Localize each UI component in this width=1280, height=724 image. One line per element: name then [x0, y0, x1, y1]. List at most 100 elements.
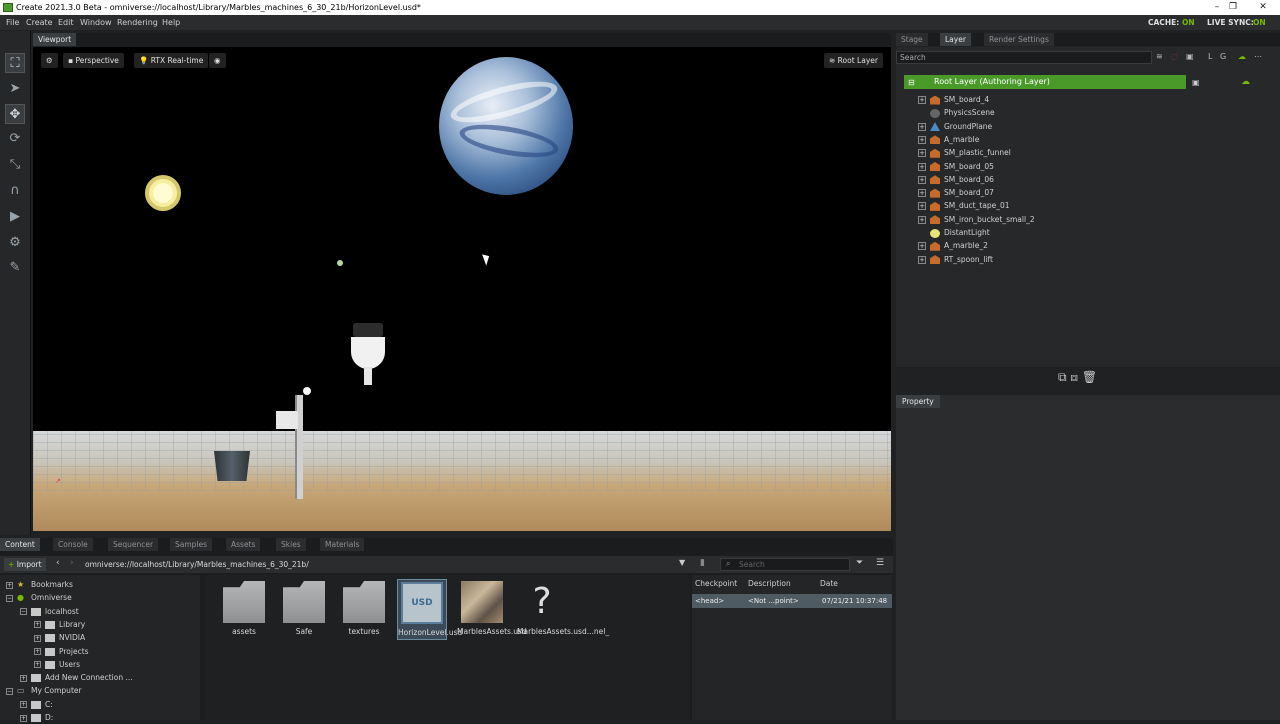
select-arrow-icon[interactable]: ➤ — [5, 79, 25, 99]
camera-button[interactable]: ▪ Perspective — [63, 53, 124, 68]
expand-icon[interactable]: + — [20, 674, 27, 682]
save-icon[interactable]: ▣ — [1186, 52, 1194, 61]
expand-icon[interactable]: + — [20, 714, 27, 722]
checkpoint-row[interactable]: <head> <Not ...point> 07/21/21 10:37:48 — [692, 594, 892, 608]
scale-icon[interactable]: ⤡ — [5, 155, 25, 175]
root-collapse-icon[interactable]: ⊟ — [908, 78, 915, 87]
tab-viewport[interactable]: Viewport — [33, 33, 77, 46]
play-icon[interactable]: ▶ — [5, 207, 25, 227]
stage-item[interactable]: + SM_board_05 — [918, 160, 994, 173]
tab-assets[interactable]: Assets — [226, 538, 261, 551]
move-icon[interactable]: ✥ — [5, 104, 25, 124]
paint-brush-icon[interactable]: ✎ — [5, 258, 25, 278]
expand-icon[interactable]: − — [6, 687, 13, 695]
tab-property[interactable]: Property — [896, 395, 940, 408]
stage-item[interactable]: + A_marble — [918, 133, 979, 146]
stage-item[interactable]: + SM_iron_bucket_small_2 — [918, 213, 1035, 226]
physics-icon[interactable]: ⚙ — [5, 233, 25, 253]
dir-item[interactable]: + Library — [34, 618, 85, 631]
expand-icon[interactable]: + — [20, 701, 27, 709]
maximize-button[interactable]: ❐ — [1218, 0, 1248, 15]
tab-skies[interactable]: Skies — [276, 538, 306, 551]
menu-create[interactable]: Create — [26, 15, 53, 30]
expand-icon[interactable]: + — [918, 96, 926, 104]
file-tile-assets[interactable]: assets — [219, 581, 269, 636]
lock-g-icon[interactable]: G — [1220, 52, 1226, 61]
menu-help[interactable]: Help — [162, 15, 180, 30]
file-tile-safe[interactable]: Safe — [279, 581, 329, 636]
root-save-icon[interactable]: ▣ — [1192, 78, 1200, 87]
tab-materials[interactable]: Materials — [320, 538, 365, 551]
dir-item[interactable]: + C: — [20, 698, 53, 711]
renderer-button[interactable]: 💡 RTX Real-time — [134, 53, 209, 68]
viewport-settings-icon[interactable]: ⚙ — [41, 53, 58, 68]
stage-item[interactable]: + SM_board_06 — [918, 173, 994, 186]
cache-status[interactable]: ON — [1182, 15, 1195, 30]
path-dropdown-icon[interactable]: ▼ — [679, 558, 685, 567]
bookmark-icon[interactable]: ▮ — [700, 558, 705, 568]
expand-icon[interactable]: + — [918, 122, 926, 131]
menu-edit[interactable]: Edit — [58, 15, 74, 30]
expand-icon[interactable]: + — [34, 661, 41, 669]
dir-item[interactable]: + D: — [20, 711, 53, 724]
tab-content[interactable]: Content — [0, 538, 40, 551]
root-layer-item[interactable]: Root Layer (Authoring Layer) — [904, 75, 1186, 89]
stage-item[interactable]: + SM_plastic_funnel — [918, 146, 1011, 159]
add-sublayer-icon[interactable]: ⧉ — [1058, 370, 1067, 384]
insert-sublayer-icon[interactable]: ⧈ — [1070, 370, 1078, 384]
expand-icon[interactable]: + — [918, 255, 926, 264]
dir-item[interactable]: + Add New Connection ... — [20, 671, 133, 684]
tab-console[interactable]: Console — [53, 538, 93, 551]
stage-item[interactable]: + RT_spoon_lift — [918, 253, 993, 266]
expand-icon[interactable]: + — [918, 135, 926, 144]
tab-render-settings[interactable]: Render Settings — [984, 33, 1054, 46]
file-tile-horizonlevel[interactable]: USD HorizonLevel.usd — [397, 579, 462, 640]
expand-icon[interactable]: + — [34, 648, 41, 655]
dir-item[interactable]: − ▭ My Computer — [6, 684, 82, 697]
visibility-eye-icon[interactable]: ◉ — [209, 53, 226, 68]
plastic-funnel[interactable] — [351, 337, 385, 369]
expand-icon[interactable]: − — [20, 608, 27, 616]
forward-arrow-icon[interactable]: › — [70, 558, 74, 568]
more-icon[interactable]: ⋯ — [1254, 52, 1262, 61]
expand-icon[interactable]: + — [918, 189, 926, 198]
lock-l-icon[interactable]: L — [1208, 52, 1212, 61]
expand-icon[interactable]: − — [6, 594, 13, 602]
dir-item[interactable]: − localhost — [20, 605, 79, 618]
rotate-icon[interactable]: ⟳ — [5, 129, 25, 149]
small-marble[interactable] — [337, 260, 343, 266]
stage-item[interactable]: + SM_board_4 — [918, 93, 989, 106]
layers-icon[interactable]: ≋ — [1156, 52, 1163, 61]
expand-icon[interactable]: + — [918, 149, 926, 158]
live-sync-status[interactable]: ON — [1253, 15, 1266, 30]
file-tile-textures[interactable]: textures — [339, 581, 389, 636]
stage-item[interactable]: + SM_board_07 — [918, 186, 994, 199]
select-mode-icon[interactable]: ⛶ — [5, 53, 25, 73]
expand-icon[interactable]: + — [918, 242, 926, 251]
expand-icon[interactable]: + — [918, 175, 926, 184]
root-layer-button[interactable]: ≋ Root Layer — [824, 53, 883, 68]
funnel-rim[interactable] — [353, 323, 383, 337]
dir-item[interactable]: + Projects — [34, 645, 89, 658]
dir-item[interactable]: + ★ Bookmarks — [6, 578, 73, 591]
back-arrow-icon[interactable]: ‹ — [56, 558, 60, 568]
stage-item[interactable]: + A_marble_2 — [918, 239, 988, 252]
menu-icon[interactable]: ☰ — [876, 558, 884, 568]
dir-item[interactable]: − ● Omniverse — [6, 591, 72, 604]
stage-item[interactable]: PhysicsScene — [918, 106, 995, 119]
expand-icon[interactable]: + — [918, 162, 926, 171]
dir-item[interactable]: + NVIDIA — [34, 631, 85, 644]
tab-sequencer[interactable]: Sequencer — [108, 538, 159, 551]
stage-item[interactable]: DistantLight — [918, 226, 990, 239]
autoload-off-icon[interactable]: ◌ — [1171, 52, 1178, 61]
stage-item[interactable]: + SM_duct_tape_01 — [918, 199, 1010, 212]
marble-planet[interactable] — [439, 57, 573, 195]
expand-icon[interactable]: + — [34, 634, 41, 642]
snap-magnet-icon[interactable]: ∩ — [5, 181, 25, 201]
menu-file[interactable]: File — [6, 15, 19, 30]
layer-search-input[interactable]: Search — [896, 51, 1152, 64]
live-cloud-icon[interactable]: ☁ — [1238, 52, 1246, 61]
filter-icon[interactable]: ⏷ — [856, 558, 863, 568]
close-button[interactable]: ✕ — [1248, 0, 1278, 15]
menu-rendering[interactable]: Rendering — [117, 15, 158, 30]
